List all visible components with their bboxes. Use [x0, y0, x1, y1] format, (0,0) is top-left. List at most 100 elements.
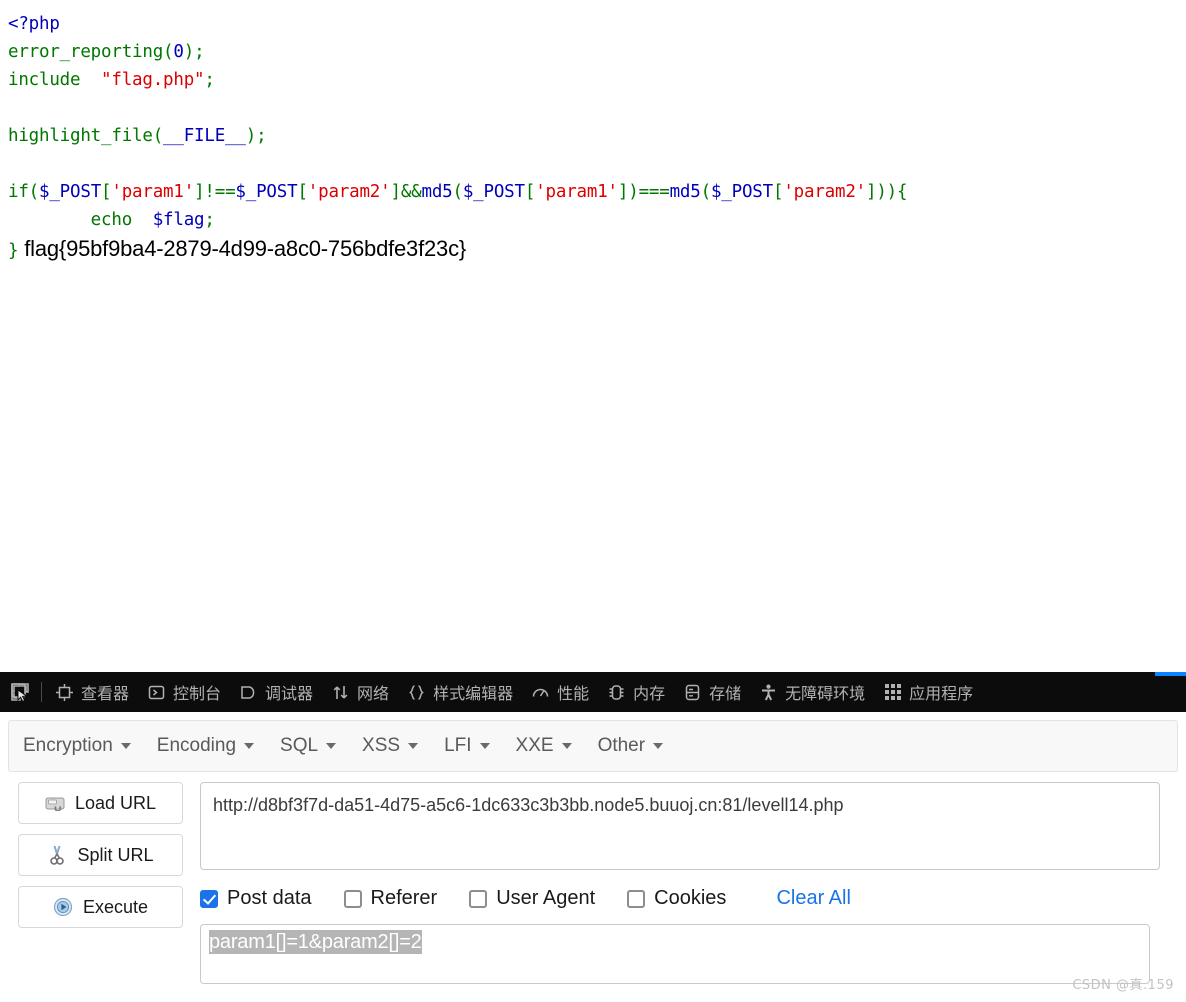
- debugger-icon: [239, 683, 258, 702]
- code-token: [: [101, 182, 112, 202]
- hackbar-menu-xxe[interactable]: XXE: [516, 731, 586, 761]
- code-token: ]: [617, 182, 629, 202]
- code-token: ;: [204, 210, 215, 230]
- post-data-input[interactable]: param1[]=1&param2[]=2: [200, 924, 1150, 984]
- option-label: Post data: [227, 887, 312, 909]
- tab-application[interactable]: 应用程序: [874, 672, 982, 712]
- tab-label: 网络: [357, 684, 390, 703]
- code-token: ;: [204, 70, 215, 90]
- tab-label: 调试器: [265, 684, 314, 703]
- code-token: ]: [390, 182, 401, 202]
- menu-label: XSS: [362, 735, 401, 756]
- code-token: $_POST: [39, 182, 102, 202]
- code-token: ): [245, 126, 257, 146]
- csdn-watermark: CSDN @真.159: [1072, 978, 1174, 993]
- hackbar-menu-xss[interactable]: XSS: [362, 731, 432, 761]
- tab-console[interactable]: 控制台: [138, 672, 230, 712]
- code-token: 'param1': [111, 182, 195, 202]
- menu-label: Encryption: [23, 735, 113, 756]
- tab-label: 性能: [557, 684, 590, 703]
- option-cookies[interactable]: Cookies: [627, 887, 726, 910]
- code-token: (: [28, 182, 40, 202]
- code-token: ): [628, 182, 639, 202]
- option-label: Referer: [370, 887, 438, 909]
- tab-storage[interactable]: 存储: [674, 672, 750, 712]
- hackbar-menu-encoding[interactable]: Encoding: [157, 731, 268, 761]
- option-post-data[interactable]: Post data: [200, 887, 312, 910]
- button-label: Split URL: [77, 844, 154, 865]
- hackbar-menu-other[interactable]: Other: [598, 731, 678, 761]
- code-token: ]: [194, 182, 205, 202]
- chevron-down-icon: [120, 743, 131, 749]
- code-token: $_POST: [462, 182, 525, 202]
- tab-inspector[interactable]: 查看器: [46, 672, 138, 712]
- code-token: include: [8, 70, 102, 90]
- hackbar-menu-sql[interactable]: SQL: [280, 731, 350, 761]
- code-token: ): [183, 42, 195, 62]
- code-token: ;: [256, 126, 267, 146]
- code-token: $flag: [152, 210, 205, 230]
- code-token: (: [452, 182, 464, 202]
- tab-label: 样式编辑器: [433, 684, 514, 703]
- flag-value: flag{95bf9ba4-2879-4d99-a8c0-756bdfe3f23…: [18, 236, 467, 261]
- chevron-down-icon: [326, 743, 337, 749]
- performance-icon: [531, 683, 550, 702]
- chevron-down-icon: [653, 743, 664, 749]
- menu-label: XXE: [515, 735, 554, 756]
- clear-all-link[interactable]: Clear All: [776, 887, 850, 910]
- code-line: <?php: [8, 10, 1186, 38]
- code-token: md5: [669, 182, 701, 202]
- post-data-selected-text: param1[]=1&param2[]=2: [209, 930, 422, 954]
- php-source-pane: <?php error_reporting(0); include "flag.ph…: [0, 0, 1186, 672]
- code-token: highlight_file: [8, 126, 153, 146]
- tab-memory[interactable]: 内存: [598, 672, 674, 712]
- hackbar-menu-lfi[interactable]: LFI: [444, 731, 503, 761]
- flag-output-line: } flag{95bf9ba4-2879-4d99-a8c0-756bdfe3f…: [8, 234, 1186, 262]
- code-token: 'param2': [307, 182, 391, 202]
- tab-label: 存储: [709, 684, 742, 703]
- code-token: )): [876, 182, 898, 202]
- option-user-agent[interactable]: User Agent: [469, 887, 595, 910]
- highlighted-php-code: <?php error_reporting(0); include "flag.ph…: [0, 0, 1186, 262]
- network-icon: [331, 683, 350, 702]
- button-label: Load URL: [74, 792, 157, 813]
- code-token: if: [8, 182, 29, 202]
- execute-button[interactable]: Execute: [18, 886, 183, 928]
- code-token: &&: [400, 182, 422, 202]
- code-line: echo $flag;: [8, 206, 1186, 234]
- code-token: (: [163, 42, 174, 62]
- user-agent-checkbox[interactable]: [469, 889, 488, 908]
- chevron-down-icon: [408, 743, 419, 749]
- cookies-checkbox[interactable]: [627, 889, 646, 908]
- referer-checkbox[interactable]: [343, 889, 362, 908]
- devtools-toolbar: 查看器 控制台 调试器 网络 样式编辑器 性能 内存 存储 无障碍环境 应用程序: [0, 672, 1186, 712]
- closing-brace: }: [8, 241, 19, 261]
- url-input[interactable]: http://d8bf3f7d-da51-4d75-a5c6-1dc633c3b…: [200, 782, 1160, 870]
- post-data-checkbox[interactable]: [200, 889, 218, 908]
- tab-accessibility[interactable]: 无障碍环境: [750, 672, 874, 712]
- console-icon: [147, 683, 166, 702]
- split-url-button[interactable]: Split URL: [18, 834, 183, 876]
- option-referer[interactable]: Referer: [343, 887, 438, 910]
- code-token: ===: [638, 182, 670, 202]
- code-token: 'param2': [783, 182, 866, 202]
- load-url-button[interactable]: Load URL: [18, 782, 183, 824]
- tab-network[interactable]: 网络: [322, 672, 398, 712]
- code-token: (: [152, 126, 164, 146]
- tab-style-editor[interactable]: 样式编辑器: [398, 672, 522, 712]
- chevron-down-icon: [479, 743, 490, 749]
- code-token: $_POST: [235, 182, 298, 202]
- hackbar-inputs: http://d8bf3f7d-da51-4d75-a5c6-1dc633c3b…: [200, 782, 1186, 984]
- menu-label: Encoding: [156, 735, 237, 756]
- hackbar-menu-encryption[interactable]: Encryption: [23, 731, 145, 761]
- element-picker-icon[interactable]: [0, 672, 40, 712]
- tab-performance[interactable]: 性能: [522, 672, 598, 712]
- code-token: 0: [173, 42, 184, 62]
- memory-icon: [607, 683, 626, 702]
- code-token: ]: [866, 182, 877, 202]
- accessibility-icon: [759, 683, 778, 702]
- code-line: highlight_file(__FILE__);: [8, 122, 1186, 150]
- code-token: {: [897, 182, 908, 202]
- tab-debugger[interactable]: 调试器: [230, 672, 322, 712]
